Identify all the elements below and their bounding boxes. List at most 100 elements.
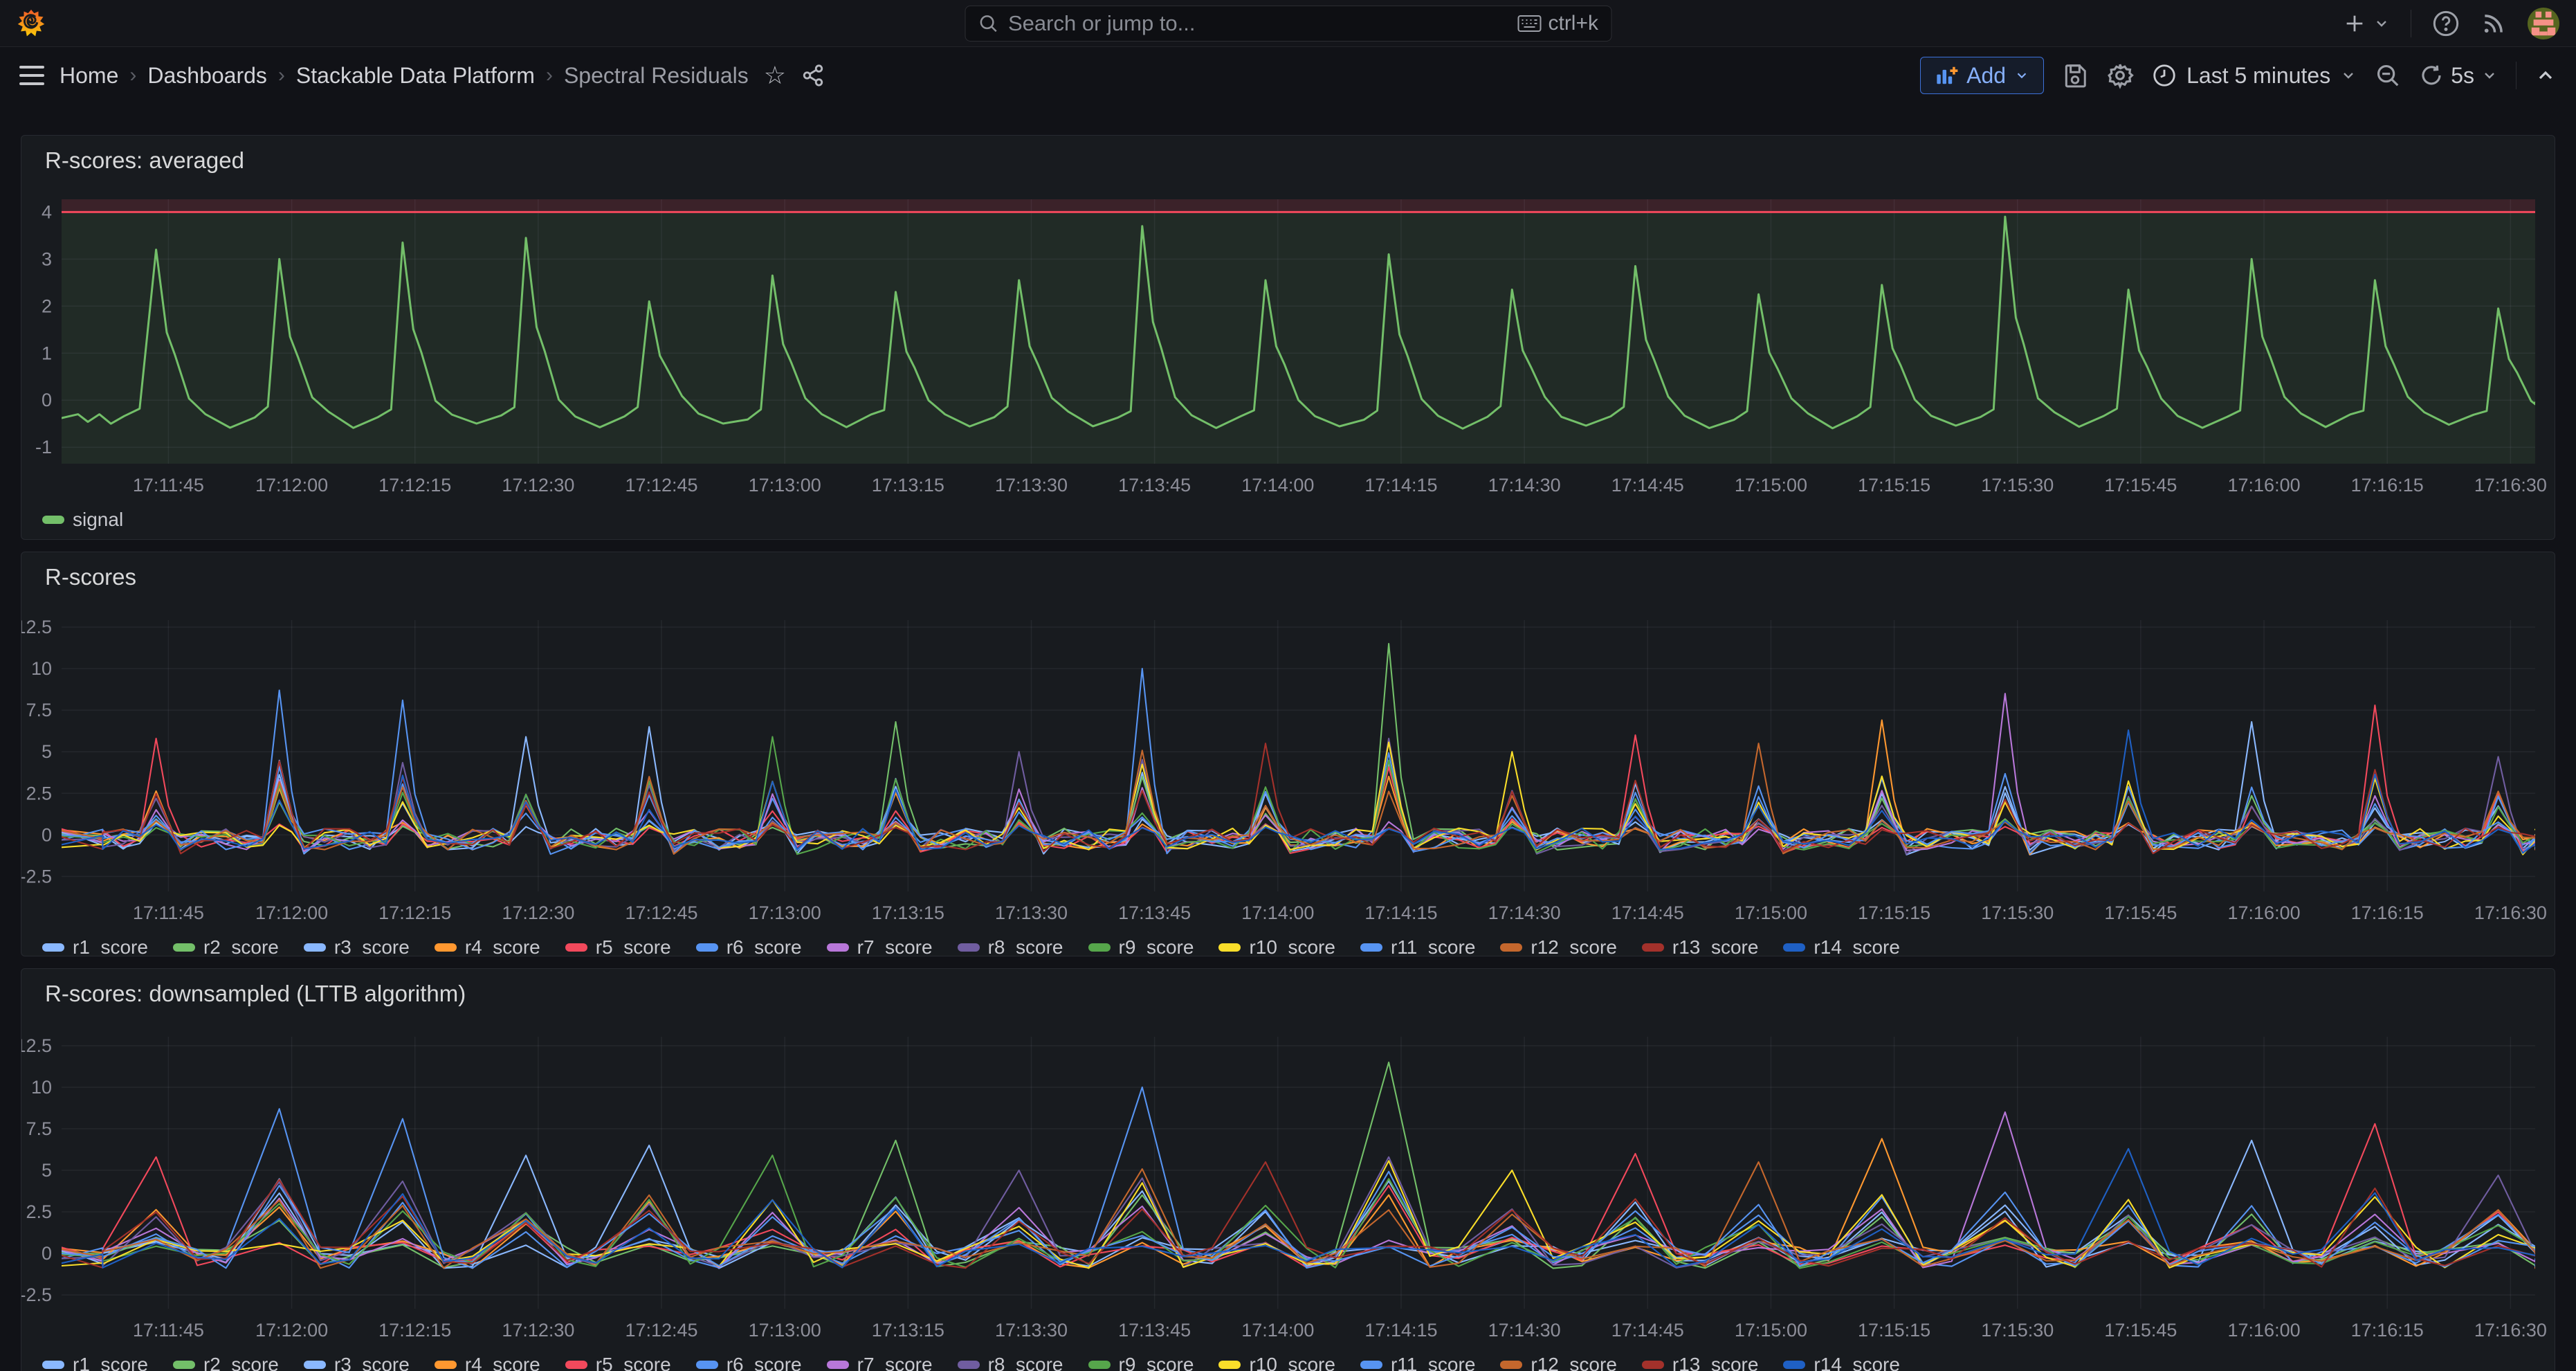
legend-swatch xyxy=(1500,943,1522,952)
x-tick-label: 17:11:45 xyxy=(133,902,204,923)
legend-label: r14_score xyxy=(1814,1354,1900,1371)
gear-icon xyxy=(2106,62,2134,89)
user-avatar[interactable] xyxy=(2528,8,2559,39)
rscores-averaged-chart[interactable]: 43210-117:11:4517:12:0017:12:1517:12:301… xyxy=(21,199,2555,503)
legend-label: r9_score xyxy=(1119,936,1194,956)
x-tick-label: 17:14:45 xyxy=(1611,902,1684,923)
time-range-picker[interactable]: Last 5 minutes xyxy=(2152,63,2357,89)
legend-swatch xyxy=(696,943,718,952)
clock-icon xyxy=(2152,63,2177,88)
legend-item-r6_score[interactable]: r6_score xyxy=(696,1354,802,1371)
panel-title[interactable]: R-scores: downsampled (LTTB algorithm) xyxy=(45,980,466,1008)
panel-title[interactable]: R-scores xyxy=(45,563,136,591)
legend-label: r11_score xyxy=(1391,936,1475,956)
plus-icon xyxy=(2343,12,2366,35)
rscores-downsampled-chart[interactable]: 12.5107.552.50-2.517:11:4517:12:0017:12:… xyxy=(21,1037,2555,1348)
rscores-legend: r1_score r2_score r3_score r4_score r5_score… xyxy=(42,936,2555,956)
legend-item-r14_score[interactable]: r14_score xyxy=(1783,936,1900,956)
x-tick-label: 17:15:15 xyxy=(1858,475,1930,496)
legend-swatch xyxy=(1642,1361,1664,1369)
legend-swatch xyxy=(42,943,64,952)
legend-item-r14_score[interactable]: r14_score xyxy=(1783,1354,1900,1371)
legend-swatch xyxy=(827,943,849,952)
global-search[interactable]: ctrl+k xyxy=(965,6,1611,42)
x-tick-label: 17:13:30 xyxy=(995,1320,1068,1341)
x-tick-label: 17:12:00 xyxy=(255,1320,328,1341)
legend-swatch xyxy=(565,943,587,952)
y-tick-label: 2.5 xyxy=(26,1201,52,1222)
legend-item-r8_score[interactable]: r8_score xyxy=(958,936,1063,956)
legend-item-r11_score[interactable]: r11_score xyxy=(1360,936,1475,956)
panel-title[interactable]: R-scores: averaged xyxy=(45,147,244,174)
collapse-toolbar-button[interactable] xyxy=(2534,64,2557,87)
legend-item-r13_score[interactable]: r13_score xyxy=(1642,1354,1759,1371)
legend-item-r5_score[interactable]: r5_score xyxy=(565,936,671,956)
x-tick-label: 17:13:15 xyxy=(872,902,944,923)
y-tick-label: -2.5 xyxy=(21,1284,52,1305)
legend-item-r6_score[interactable]: r6_score xyxy=(696,936,802,956)
grafana-logo[interactable] xyxy=(17,8,46,39)
x-tick-label: 17:16:00 xyxy=(2228,1320,2301,1341)
legend-item-r7_score[interactable]: r7_score xyxy=(827,1354,933,1371)
rscores-plot[interactable]: 12.5107.552.50-2.517:11:4517:12:0017:12:… xyxy=(21,620,2555,927)
search-input[interactable] xyxy=(1008,11,1517,36)
zoom-out-time-button[interactable] xyxy=(2375,62,2401,89)
x-tick-label: 17:15:15 xyxy=(1858,902,1930,923)
series-line-r6_score xyxy=(62,669,2543,854)
add-panel-button[interactable]: Add xyxy=(1920,57,2044,94)
breadcrumb-home[interactable]: Home xyxy=(60,63,118,89)
x-tick-label: 17:15:45 xyxy=(2104,475,2177,496)
favorite-star-icon[interactable]: ☆ xyxy=(764,61,786,90)
legend-item-r2_score[interactable]: r2_score xyxy=(173,936,279,956)
x-tick-label: 17:14:00 xyxy=(1241,475,1314,496)
legend-item-r1_score[interactable]: r1_score xyxy=(42,936,148,956)
y-tick-label: 0 xyxy=(42,824,52,845)
x-tick-label: 17:13:45 xyxy=(1118,1320,1191,1341)
legend-item-r12_score[interactable]: r12_score xyxy=(1500,936,1617,956)
news-button[interactable] xyxy=(2481,10,2507,37)
x-tick-label: 17:14:00 xyxy=(1241,1320,1314,1341)
averaged-plot[interactable]: 43210-117:11:4517:12:0017:12:1517:12:301… xyxy=(21,199,2555,500)
legend-item-r2_score[interactable]: r2_score xyxy=(173,1354,279,1371)
legend-item-r5_score[interactable]: r5_score xyxy=(565,1354,671,1371)
legend-item-r3_score[interactable]: r3_score xyxy=(304,936,410,956)
legend-item-r4_score[interactable]: r4_score xyxy=(435,1354,540,1371)
legend-item-r4_score[interactable]: r4_score xyxy=(435,936,540,956)
breadcrumb-dashboards[interactable]: Dashboards xyxy=(147,63,267,89)
legend-swatch xyxy=(435,1361,457,1369)
share-icon[interactable] xyxy=(801,64,825,87)
legend-swatch xyxy=(173,943,195,952)
legend-item-r11_score[interactable]: r11_score xyxy=(1360,1354,1475,1371)
x-tick-label: 17:13:45 xyxy=(1118,902,1191,923)
legend-item-r8_score[interactable]: r8_score xyxy=(958,1354,1063,1371)
y-tick-label: 4 xyxy=(42,201,52,222)
dashboard-settings-button[interactable] xyxy=(2106,62,2134,89)
legend-item-r10_score[interactable]: r10_score xyxy=(1218,936,1335,956)
x-tick-label: 17:11:45 xyxy=(133,475,204,496)
legend-item-r7_score[interactable]: r7_score xyxy=(827,936,933,956)
menu-toggle[interactable] xyxy=(19,66,44,85)
panel-rscores-downsampled: R-scores: downsampled (LTTB algorithm) 1… xyxy=(21,968,2555,1371)
legend-item-r10_score[interactable]: r10_score xyxy=(1218,1354,1335,1371)
breadcrumb-folder[interactable]: Stackable Data Platform xyxy=(296,63,535,89)
legend-item-r1_score[interactable]: r1_score xyxy=(42,1354,148,1371)
legend-item-r9_score[interactable]: r9_score xyxy=(1088,1354,1194,1371)
legend-item-r13_score[interactable]: r13_score xyxy=(1642,936,1759,956)
legend-swatch xyxy=(1360,943,1382,952)
legend-label: r8_score xyxy=(988,1354,1063,1371)
legend-item-signal[interactable]: signal xyxy=(42,509,123,531)
x-tick-label: 17:14:15 xyxy=(1364,1320,1437,1341)
legend-item-r9_score[interactable]: r9_score xyxy=(1088,936,1194,956)
new-button[interactable] xyxy=(2343,12,2390,35)
legend-label: r12_score xyxy=(1531,1354,1617,1371)
help-button[interactable] xyxy=(2432,10,2460,37)
x-tick-label: 17:12:45 xyxy=(625,475,697,496)
rscores-chart[interactable]: 12.5107.552.50-2.517:11:4517:12:0017:12:… xyxy=(21,620,2555,931)
save-dashboard-button[interactable] xyxy=(2062,62,2088,89)
refresh-controls[interactable]: 5s xyxy=(2419,63,2498,89)
legend-item-r3_score[interactable]: r3_score xyxy=(304,1354,410,1371)
legend-item-r12_score[interactable]: r12_score xyxy=(1500,1354,1617,1371)
lttb-plot[interactable]: 12.5107.552.50-2.517:11:4517:12:0017:12:… xyxy=(21,1037,2555,1345)
x-tick-label: 17:14:45 xyxy=(1611,1320,1684,1341)
x-tick-label: 17:12:15 xyxy=(378,902,451,923)
